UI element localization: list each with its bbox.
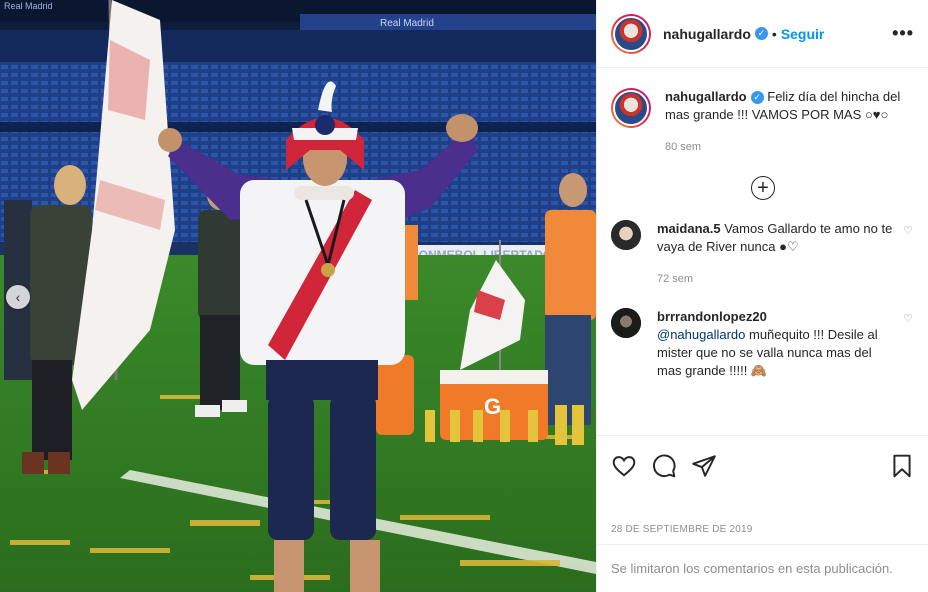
comment-item: brrrandonlopez20 @nahugallardo muñequito… <box>611 288 915 380</box>
post-side-panel: nahugallardo ✓ • Seguir ••• nahugallardo… <box>596 0 928 592</box>
post-actions-bar <box>597 435 928 485</box>
stadium-banner-text: Real Madrid <box>380 18 434 29</box>
comment-icon[interactable] <box>651 453 677 479</box>
post-header: nahugallardo ✓ • Seguir ••• <box>597 0 928 68</box>
caption: nahugallardo ✓ Feliz día del hincha del m… <box>611 68 915 156</box>
separator-dot: • <box>771 25 777 42</box>
celebration-photo: Real Madrid Real Madrid CONMEBOL LIBERTA… <box>0 0 596 592</box>
author-avatar[interactable] <box>611 13 651 54</box>
follow-button[interactable]: Seguir <box>781 26 825 42</box>
commenter-avatar[interactable] <box>611 220 641 250</box>
caption-username[interactable]: nahugallardo <box>665 89 747 104</box>
author-username[interactable]: nahugallardo <box>663 26 751 42</box>
svg-text:G: G <box>484 394 501 419</box>
comment-username[interactable]: maidana.5 <box>657 221 721 236</box>
more-options-icon[interactable]: ••• <box>892 23 914 44</box>
post-photo[interactable]: Real Madrid Real Madrid CONMEBOL LIBERTA… <box>0 0 596 592</box>
heart-icon[interactable] <box>611 453 637 479</box>
plus-circle-icon: + <box>751 176 775 200</box>
verified-badge-icon: ✓ <box>750 91 764 104</box>
like-comment-heart-icon[interactable]: ♡ <box>903 224 915 237</box>
commenter-avatar[interactable] <box>611 308 641 338</box>
post-date[interactable]: 28 DE SEPTIEMBRE DE 2019 <box>611 524 753 535</box>
comment-username[interactable]: brrrandonlopez20 <box>657 309 767 324</box>
bookmark-icon[interactable] <box>889 453 915 479</box>
caption-avatar[interactable] <box>611 88 651 128</box>
share-icon[interactable] <box>691 453 717 479</box>
stadium-sign-text: Real Madrid <box>4 1 53 11</box>
like-comment-heart-icon[interactable]: ♡ <box>903 312 915 325</box>
load-more-comments-button[interactable]: + <box>611 176 915 200</box>
verified-badge-icon: ✓ <box>754 27 768 40</box>
comment-mention[interactable]: @nahugallardo <box>657 327 745 342</box>
comment-item: maidana.5 Vamos Gallardo te amo no te va… <box>611 212 915 288</box>
chevron-left-icon: ‹ <box>15 289 21 305</box>
comment-time: 72 sem <box>657 273 694 285</box>
caption-time: 80 sem <box>665 141 702 153</box>
comments-list[interactable]: nahugallardo ✓ Feliz día del hincha del m… <box>597 68 928 435</box>
previous-image-button[interactable]: ‹ <box>6 285 30 309</box>
comments-limited-notice: Se limitaron los comentarios en esta pub… <box>597 544 928 592</box>
